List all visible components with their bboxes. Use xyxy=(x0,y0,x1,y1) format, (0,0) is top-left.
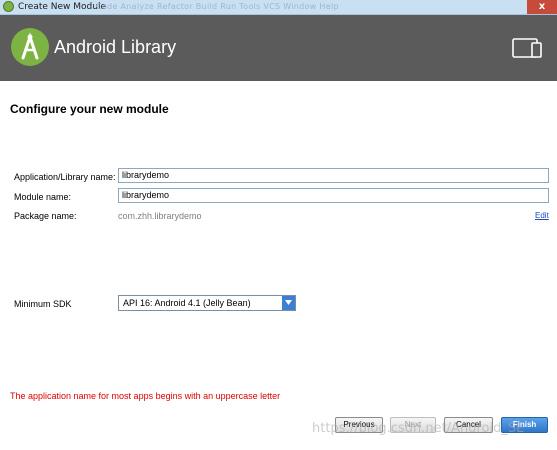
validation-message: The application name for most apps begin… xyxy=(10,391,281,401)
cancel-button[interactable]: Cancel xyxy=(444,417,493,433)
chevron-down-icon[interactable] xyxy=(282,296,295,310)
app-icon xyxy=(3,1,14,12)
min-sdk-dropdown[interactable]: API 16: Android 4.1 (Jelly Bean) xyxy=(118,295,296,311)
close-window-button[interactable]: x xyxy=(527,0,557,14)
package-name-value: com.zhh.librarydemo xyxy=(118,211,202,221)
next-button[interactable]: Next xyxy=(390,417,436,433)
finish-button[interactable]: Finish xyxy=(501,417,548,433)
wizard-banner: Android Library xyxy=(0,15,557,81)
min-sdk-selected-value: API 16: Android 4.1 (Jelly Bean) xyxy=(123,298,251,308)
edit-package-link[interactable]: Edit xyxy=(535,211,549,220)
background-menu-hint: Code Analyze Refactor Build Run Tools VC… xyxy=(96,2,339,11)
device-tablet-icon xyxy=(512,37,542,59)
android-studio-logo-icon xyxy=(11,28,49,66)
app-name-label: Application/Library name: xyxy=(14,172,116,182)
module-name-label: Module name: xyxy=(14,192,72,202)
previous-button[interactable]: Previous xyxy=(335,417,383,433)
module-name-input[interactable]: librarydemo xyxy=(118,188,549,203)
window-title-bar: Create New Module Code Analyze Refactor … xyxy=(0,0,557,15)
page-title: Configure your new module xyxy=(10,102,169,116)
package-name-label: Package name: xyxy=(14,211,77,221)
min-sdk-label: Minimum SDK xyxy=(14,299,72,309)
window-title: Create New Module xyxy=(18,2,106,12)
banner-title: Android Library xyxy=(54,37,177,57)
app-name-input[interactable]: librarydemo xyxy=(118,168,549,183)
